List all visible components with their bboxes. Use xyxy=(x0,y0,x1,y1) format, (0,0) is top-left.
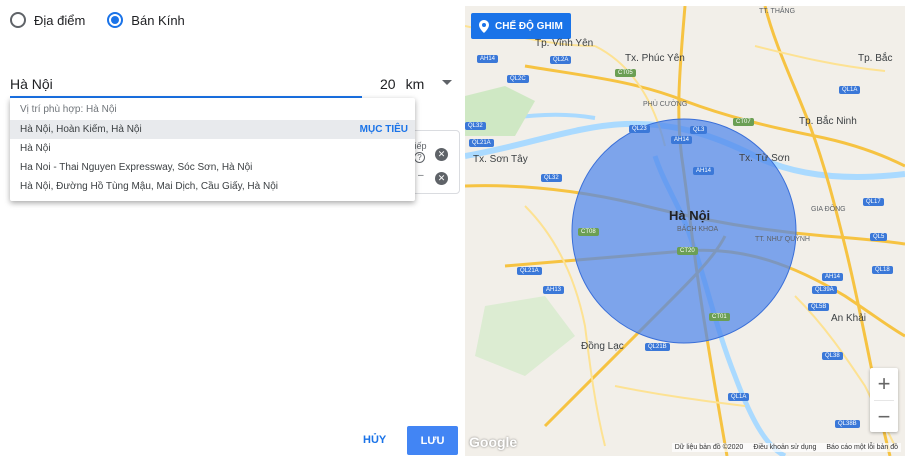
suggestion-item[interactable]: Hà Nội, Hoàn Kiếm, Hà Nội MỤC TIÊU xyxy=(10,120,415,139)
google-logo: Google xyxy=(469,434,518,450)
road-shield: AH13 xyxy=(543,286,565,294)
road-shield: CT05 xyxy=(615,69,636,77)
road-shield: AH14 xyxy=(822,273,844,281)
map-label: Tx. Phúc Yên xyxy=(625,53,685,64)
road-shield: CT08 xyxy=(578,228,599,236)
location-dialog: Địa điểm Bán Kính 20 km tiếp ? – ✕ ✕ Vị … xyxy=(0,0,911,464)
location-search-field xyxy=(10,72,362,98)
radius-unit: km xyxy=(405,76,425,92)
road-shield: AH14 xyxy=(693,167,715,175)
help-icon[interactable]: ? xyxy=(414,152,425,163)
map-label: Tp. Bắc Ninh xyxy=(799,116,857,127)
road-shield: QL2C xyxy=(507,75,529,83)
suggestion-label: Hà Nội xyxy=(20,143,51,154)
terms-link[interactable]: Điều khoản sử dụng xyxy=(753,444,816,451)
road-shield: CT01 xyxy=(709,313,730,321)
road-shield: QL1A xyxy=(728,393,750,401)
map-label: GIA ĐÔNG xyxy=(811,206,846,213)
road-shield: QL38B xyxy=(835,420,860,428)
suggestion-item[interactable]: Hà Nội, Đường Hồ Tùng Mậu, Mai Dịch, Cầu… xyxy=(10,177,415,196)
zoom-control: + − xyxy=(870,368,898,432)
remove-icon[interactable]: ✕ xyxy=(435,172,448,185)
road-shield: QL38 xyxy=(822,352,843,360)
road-shield: QL3 xyxy=(690,126,708,134)
road-shield: QL21B xyxy=(645,343,670,351)
map-label: Tp. Bắc xyxy=(858,53,893,64)
park-area xyxy=(475,296,575,376)
suggestions-header: Vị trí phù hợp: Hà Nội xyxy=(20,104,117,115)
suggestion-label: Ha Noi - Thai Nguyen Expressway, Sóc Sơn… xyxy=(20,162,253,173)
radio-place-circle[interactable] xyxy=(10,12,26,28)
road-shield: QL5 xyxy=(870,233,888,241)
road-shield: QL32 xyxy=(541,174,562,182)
road-shield: QL21A xyxy=(517,267,542,275)
radius-select[interactable]: 20 km xyxy=(380,76,424,92)
location-search-input[interactable] xyxy=(10,72,362,96)
map[interactable]: CHẾ ĐỘ GHIM Hà Nội BÁCH KHOA Tp. Vĩnh Yê… xyxy=(465,6,905,456)
map-label: Đồng Lạc xyxy=(581,341,624,352)
road-shield: QL5B xyxy=(808,303,830,311)
map-label: PHÙ CƯỜNG xyxy=(643,101,688,108)
road-shield: QL23 xyxy=(629,125,650,133)
suggestion-item[interactable]: Ha Noi - Thai Nguyen Expressway, Sóc Sơn… xyxy=(10,158,415,177)
card-dash: – xyxy=(418,170,424,181)
pin-mode-button[interactable]: CHẾ ĐỘ GHIM xyxy=(471,13,571,39)
radio-radius-circle[interactable] xyxy=(107,12,124,28)
remove-icon[interactable]: ✕ xyxy=(435,148,448,161)
zoom-in-button[interactable]: + xyxy=(870,368,898,400)
cancel-button[interactable]: HỦY xyxy=(363,434,386,446)
target-button[interactable]: MỤC TIÊU xyxy=(360,120,408,139)
road-shield: QL17 xyxy=(863,198,884,206)
road-shield: QL32 xyxy=(465,122,486,130)
radius-value: 20 xyxy=(380,76,396,92)
radio-place[interactable]: Địa điểm xyxy=(10,12,85,28)
road-shield: QL39A xyxy=(812,286,837,294)
map-attribution: Dữ liệu bản đồ ©2020 Điều khoản sử dụng … xyxy=(671,443,901,452)
map-label: TT. THẮNG xyxy=(759,8,796,15)
map-label: TT. NHƯ QUỲNH xyxy=(755,236,810,243)
suggestion-item[interactable]: Hà Nội xyxy=(10,139,415,158)
road-shield: QL21A xyxy=(469,139,494,147)
location-mode-group: Địa điểm Bán Kính xyxy=(10,12,185,28)
map-label: An Khải xyxy=(831,313,867,324)
road-shield: AH14 xyxy=(477,55,499,63)
road-shield: QL18 xyxy=(872,266,893,274)
map-label: Tx. Từ Sơn xyxy=(739,153,790,164)
radio-place-label: Địa điểm xyxy=(34,12,86,28)
suggestions-dropdown: Vị trí phù hợp: Hà Nội Hà Nội, Hoàn Kiếm… xyxy=(10,98,415,201)
map-label: BÁCH KHOA xyxy=(677,226,719,233)
map-label: Tx. Sơn Tây xyxy=(473,154,528,165)
road xyxy=(614,385,746,407)
map-label: Tp. Vĩnh Yên xyxy=(535,38,594,49)
road-shield: AH14 xyxy=(671,136,693,144)
road-shield: CT20 xyxy=(677,247,698,255)
zoom-out-button[interactable]: − xyxy=(870,401,898,433)
pin-icon xyxy=(479,19,489,33)
pin-mode-label: CHẾ ĐỘ GHIM xyxy=(495,20,563,32)
suggestion-label: Hà Nội, Hoàn Kiếm, Hà Nội xyxy=(20,124,142,135)
map-data-credit: Dữ liệu bản đồ ©2020 xyxy=(674,444,744,451)
radio-radius-label: Bán Kính xyxy=(131,12,185,28)
suggestion-label: Hà Nội, Đường Hồ Tùng Mậu, Mai Dịch, Cầu… xyxy=(20,181,278,192)
report-error-link[interactable]: Báo cáo một lỗi bản đồ xyxy=(826,444,898,451)
road-shield: QL1A xyxy=(839,86,861,94)
road-shield: CT07 xyxy=(733,118,754,126)
road-shield: QL2A xyxy=(550,56,572,64)
chevron-down-icon[interactable] xyxy=(442,80,452,85)
map-label: Hà Nội xyxy=(669,208,711,223)
save-button[interactable]: LƯU xyxy=(407,426,458,455)
radio-radius[interactable]: Bán Kính xyxy=(107,12,185,28)
